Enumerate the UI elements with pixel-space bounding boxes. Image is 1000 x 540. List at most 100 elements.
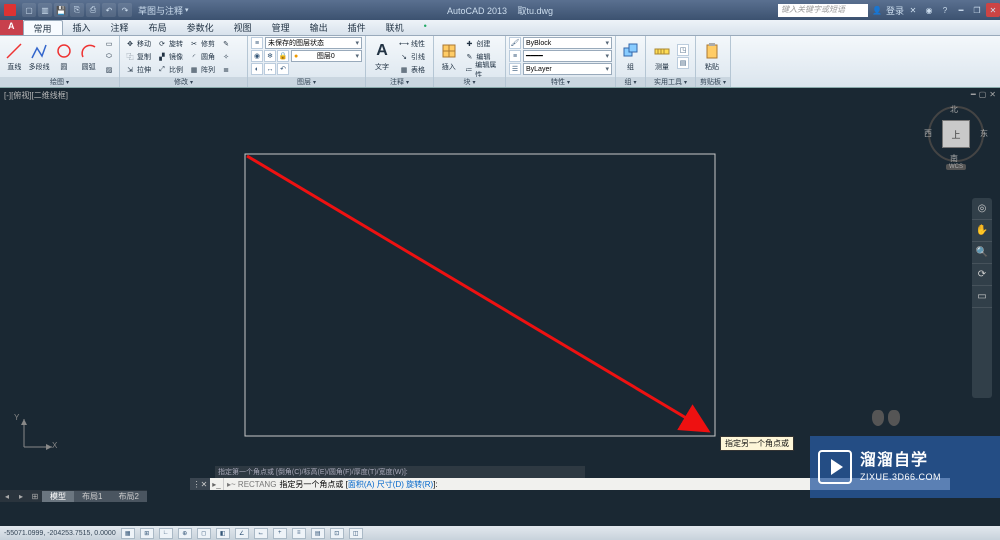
tab-home[interactable]: 常用 (23, 20, 63, 35)
line-button[interactable]: 直线 (3, 41, 26, 72)
panel-groups-title[interactable]: 组 (616, 77, 645, 87)
dyn-toggle[interactable]: + (273, 528, 287, 539)
viewcube[interactable]: 上 北 南 西 东 WCS (928, 106, 984, 162)
insert-block-button[interactable]: 插入 (437, 41, 460, 72)
nav-zoom-icon[interactable]: 🔍 (972, 242, 992, 264)
panel-annot-title[interactable]: 注释 (366, 77, 433, 87)
rotate-button[interactable]: ⟳旋转 (155, 38, 185, 50)
layer-lock-icon[interactable]: 🔒 (277, 50, 289, 62)
nav-show-icon[interactable]: ▭ (972, 286, 992, 308)
app-icon[interactable] (4, 4, 16, 16)
qat-new-icon[interactable]: ▢ (22, 3, 36, 17)
edit-attr-button[interactable]: ≔编辑属性 (462, 64, 502, 76)
tab-model[interactable]: 模型 (42, 491, 74, 502)
tab-insert[interactable]: 插入 (63, 20, 101, 35)
viewcube-e[interactable]: 东 (980, 128, 988, 139)
layer-props-icon[interactable]: ≡ (251, 37, 263, 49)
viewcube-w[interactable]: 西 (924, 128, 932, 139)
sc-toggle[interactable]: ◫ (349, 528, 363, 539)
tab-bullet[interactable]: • (414, 20, 437, 35)
search-input[interactable]: 键入关键字或短语 (778, 4, 868, 17)
panel-props-title[interactable]: 特性 (506, 77, 615, 87)
layer-state-select[interactable]: 未保存的图层状态 (265, 37, 362, 49)
qat-open-icon[interactable]: ▥ (38, 3, 52, 17)
calc-icon[interactable]: ▤ (677, 57, 689, 69)
qat-print-icon[interactable]: ⎙ (86, 3, 100, 17)
leader-button[interactable]: ↘引线 (397, 51, 427, 63)
measure-button[interactable]: 测量 (649, 41, 675, 72)
otrack-toggle[interactable]: ∠ (235, 528, 249, 539)
drawing-area[interactable]: [-][俯视][二维线框] ━ ▢ ✕ 指定另一个角点或 上 北 南 西 东 W… (0, 88, 1000, 508)
snap-toggle[interactable]: ▦ (121, 528, 135, 539)
tab-output[interactable]: 输出 (300, 20, 338, 35)
layer-match-icon[interactable]: ↔ (264, 63, 276, 75)
trim-button[interactable]: ✂修剪 (187, 38, 217, 50)
circle-button[interactable]: 圆 (53, 41, 76, 72)
tab-parametric[interactable]: 参数化 (177, 20, 224, 35)
offset-icon[interactable]: ≣ (219, 64, 233, 76)
layer-freeze-icon[interactable]: ❄ (264, 50, 276, 62)
chevron-down-icon[interactable]: ▾ (185, 6, 189, 14)
coords-readout[interactable]: -55071.0999, -204253.7515, 0.0000 (4, 530, 116, 537)
dim-linear-button[interactable]: ⟷线性 (397, 38, 427, 50)
stretch-button[interactable]: ⇲拉伸 (123, 64, 153, 76)
erase-icon[interactable]: ✎ (219, 38, 233, 50)
exchange-icon[interactable]: ✕ (906, 3, 920, 17)
panel-modify-title[interactable]: 修改 (120, 77, 247, 87)
tab-plugins[interactable]: 插件 (338, 20, 376, 35)
create-block-button[interactable]: ✚创建 (462, 38, 502, 50)
scale-button[interactable]: ⤢比例 (155, 64, 185, 76)
paste-button[interactable]: 粘贴 (699, 41, 725, 72)
panel-block-title[interactable]: 块 (434, 77, 505, 87)
panel-layers-title[interactable]: 图层 (248, 77, 365, 87)
login-icon[interactable]: 👤 (870, 3, 884, 17)
app-menu-button[interactable]: A (0, 20, 23, 35)
rect-icon[interactable]: ▭ (102, 38, 116, 50)
qat-save-icon[interactable]: 💾 (54, 3, 68, 17)
polar-toggle[interactable]: ⊕ (178, 528, 192, 539)
arc-button[interactable]: 圆弧 (77, 41, 100, 72)
viewcube-s[interactable]: 南 (950, 153, 958, 164)
layer-iso-icon[interactable]: ◐ (251, 63, 263, 75)
array-button[interactable]: ▦阵列 (187, 64, 217, 76)
layer-prev-icon[interactable]: ↶ (277, 63, 289, 75)
tab-manage[interactable]: 管理 (262, 20, 300, 35)
3dosnap-toggle[interactable]: ◧ (216, 528, 230, 539)
tab-annotate[interactable]: 注释 (101, 20, 139, 35)
mirror-button[interactable]: ▞镜像 (155, 51, 185, 63)
qp-toggle[interactable]: ⊡ (330, 528, 344, 539)
list-icon[interactable]: ☰ (509, 63, 521, 75)
mltab-next-icon[interactable]: ▸ (14, 492, 28, 501)
nav-pan-icon[interactable]: ✋ (972, 220, 992, 242)
ducs-toggle[interactable]: ⌙ (254, 528, 268, 539)
mltab-list-icon[interactable]: ⊞ (28, 492, 42, 501)
nav-wheel-icon[interactable]: ◎ (972, 198, 992, 220)
tpy-toggle[interactable]: ▤ (311, 528, 325, 539)
polyline-button[interactable]: 多段线 (28, 41, 51, 72)
panel-utils-title[interactable]: 实用工具 (646, 77, 695, 87)
cmd-options[interactable]: 面积(A) 尺寸(D) 旋转(R) (348, 479, 433, 490)
login-label[interactable]: 登录 (886, 4, 904, 17)
linetype-select[interactable]: ByLayer (523, 63, 612, 75)
select-icon[interactable]: ◳ (677, 44, 689, 56)
qat-redo-icon[interactable]: ↷ (118, 3, 132, 17)
lineweight-icon[interactable]: ≡ (509, 50, 521, 62)
tab-view[interactable]: 视图 (224, 20, 262, 35)
tab-online[interactable]: 联机 (376, 20, 414, 35)
group-button[interactable]: 组 (619, 41, 642, 72)
workspace-label[interactable]: 草图与注释 (138, 4, 183, 17)
viewcube-wcs[interactable]: WCS (946, 164, 966, 170)
grid-toggle[interactable]: ⊞ (140, 528, 154, 539)
tab-layout2[interactable]: 布局2 (110, 491, 146, 502)
cmdline-prompt-icon[interactable]: ▸_ (210, 478, 224, 490)
panel-draw-title[interactable]: 绘图 (0, 77, 119, 87)
mltab-prev-icon[interactable]: ◂ (0, 492, 14, 501)
viewcube-top[interactable]: 上 (942, 120, 970, 148)
qat-saveas-icon[interactable]: ⎘ (70, 3, 84, 17)
qat-undo-icon[interactable]: ↶ (102, 3, 116, 17)
lwt-toggle[interactable]: ≡ (292, 528, 306, 539)
text-button[interactable]: A文字 (369, 41, 395, 72)
explode-icon[interactable]: ✧ (219, 51, 233, 63)
viewcube-n[interactable]: 北 (950, 104, 958, 115)
tab-layout1[interactable]: 布局1 (74, 491, 110, 502)
